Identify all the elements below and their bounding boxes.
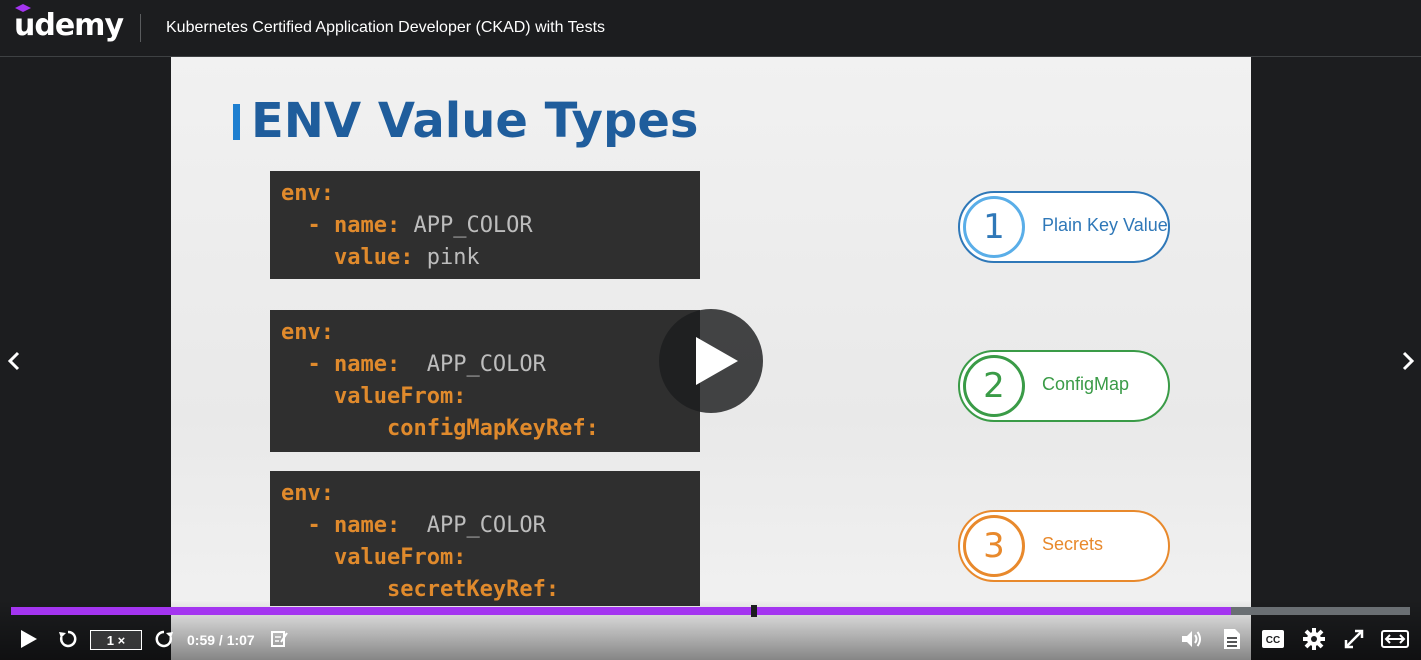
type-pill-configmap: 2 ConfigMap [958,350,1170,422]
next-lecture-icon[interactable] [1398,346,1418,376]
progress-fill [11,607,1231,615]
slide-title: ENV Value Types [251,93,699,149]
code-line: value: pink [281,242,689,274]
code-key: secretKeyRef: [281,577,560,602]
type-pill-plain-key-value: 1 Plain Key Value [958,191,1170,263]
code-key: - name: [281,213,401,238]
udemy-logo[interactable]: udemy [14,8,124,43]
captions-button[interactable]: CC [1261,627,1285,651]
big-play-button[interactable] [659,309,763,413]
bookmark-marker[interactable] [751,605,758,617]
type-number-badge: 2 [963,355,1025,417]
code-value: APP_COLOR [400,352,546,377]
forward-5s-button[interactable] [152,627,176,651]
code-line: env: [281,178,689,210]
code-line: env: [281,478,689,510]
code-key: - name: [281,513,401,538]
fullscreen-icon [1344,629,1364,649]
top-bar: udemy Kubernetes Certified Application D… [0,0,1421,57]
play-button[interactable] [16,627,40,651]
code-value: pink [413,245,480,270]
code-line: valueFrom: [281,542,689,574]
code-key: env: [281,181,334,206]
code-key: env: [281,320,334,345]
code-line: - name: APP_COLOR [281,210,689,242]
forward-icon [155,630,173,648]
code-key: env: [281,481,334,506]
volume-icon [1182,631,1201,647]
code-key: valueFrom: [281,384,467,409]
svg-text:CC: CC [1266,635,1280,646]
type-pill-secrets: 3 Secrets [958,510,1170,582]
progress-bar[interactable] [11,605,1410,617]
code-line: env: [281,317,689,349]
gear-icon [1303,628,1325,650]
fullscreen-button[interactable] [1342,627,1366,651]
type-number-badge: 3 [963,515,1025,577]
transcript-icon [1224,629,1240,649]
code-value: APP_COLOR [400,513,546,538]
type-label: Secrets [1042,534,1104,554]
type-label: ConfigMap [1042,374,1130,394]
code-line: valueFrom: [281,381,689,413]
title-accent-bar [233,104,240,140]
code-line: - name: APP_COLOR [281,510,689,542]
add-note-button[interactable] [270,627,290,651]
time-display: 0:59 / 1:07 [187,632,255,648]
code-key: - name: [281,352,401,377]
code-line: configMapKeyRef: [281,413,689,445]
header-divider [140,14,141,42]
code-value: APP_COLOR [400,213,533,238]
course-title[interactable]: Kubernetes Certified Application Develop… [166,19,605,37]
code-key: valueFrom: [281,545,467,570]
code-block-configmap: env: - name: APP_COLOR valueFrom: config… [270,310,700,452]
code-key: value: [281,245,414,270]
code-block-plain: env: - name: APP_COLOR value: pink [270,171,700,279]
volume-button[interactable] [1180,627,1204,651]
captions-icon: CC [1262,630,1284,648]
play-icon [21,630,37,648]
code-key: configMapKeyRef: [281,416,599,441]
rewind-icon [59,630,77,648]
code-line: - name: APP_COLOR [281,349,689,381]
previous-lecture-icon[interactable] [4,346,24,376]
play-icon [696,337,738,385]
settings-button[interactable] [1302,627,1326,651]
type-label: Plain Key Value [1042,215,1168,235]
expand-view-button[interactable] [1380,627,1410,651]
type-number-badge: 1 [963,196,1025,258]
code-block-secret: env: - name: APP_COLOR valueFrom: secret… [270,471,700,606]
playback-speed-button[interactable]: 1 × [90,630,142,650]
expand-width-icon [1381,630,1409,648]
transcript-button[interactable] [1221,627,1243,651]
rewind-5s-button[interactable] [56,627,80,651]
note-edit-icon [271,631,288,647]
